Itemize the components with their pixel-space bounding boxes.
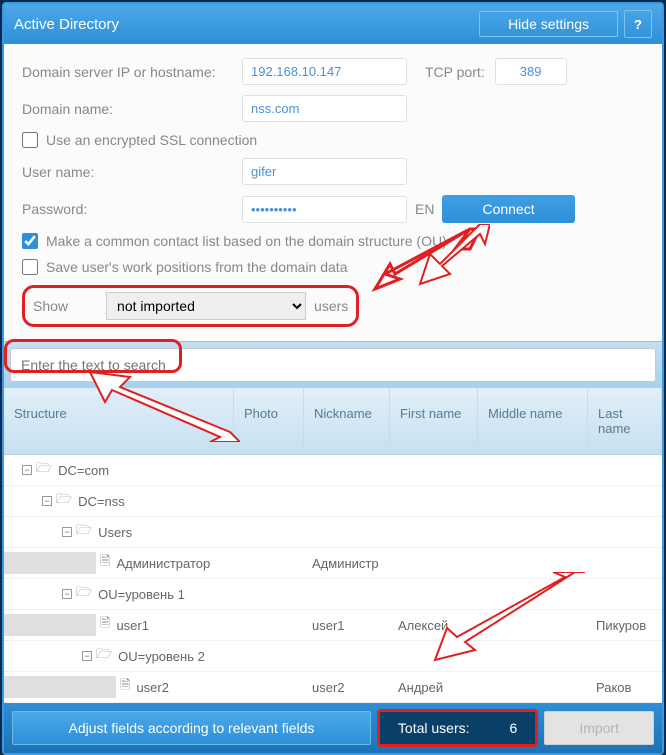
tree-node[interactable]: − 🗁 OU=уровень 1 — [4, 579, 662, 610]
folder-icon: 🗁 — [76, 521, 92, 543]
tree-node[interactable]: − 🗁 DC=nss — [4, 486, 662, 517]
user-row[interactable]: 🗎 Администратор Администр — [4, 548, 662, 579]
user-row[interactable]: 🗎 user1 user1 Алексей Пикуров — [4, 610, 662, 641]
user-row[interactable]: 🗎 user2 user2 Андрей Раков — [4, 672, 662, 703]
node-label: OU=уровень 2 — [118, 649, 205, 664]
total-users-badge: Total users: 6 — [377, 709, 538, 747]
adjust-fields-button[interactable]: Adjust fields according to relevant fiel… — [12, 711, 371, 745]
tree-node[interactable]: − 🗁 Users — [4, 517, 662, 548]
ssl-checkbox[interactable] — [22, 132, 38, 148]
ssl-label: Use an encrypted SSL connection — [46, 132, 257, 148]
settings-form: Domain server IP or hostname: TCP port: … — [4, 44, 662, 341]
user-lastname: Пикуров — [588, 614, 662, 637]
domain-server-label: Domain server IP or hostname: — [22, 64, 242, 80]
node-label: DC=com — [58, 463, 109, 478]
tcp-port-input[interactable] — [495, 58, 567, 85]
collapse-icon[interactable]: − — [82, 651, 92, 661]
lang-indicator: EN — [415, 201, 434, 217]
tree-node[interactable]: − 🗁 DC=com — [4, 455, 662, 486]
search-input[interactable] — [10, 348, 656, 382]
connect-button[interactable]: Connect — [442, 195, 574, 223]
import-button[interactable]: Import — [544, 711, 654, 745]
collapse-icon[interactable]: − — [62, 589, 72, 599]
show-suffix: users — [314, 298, 348, 314]
page-title: Active Directory — [14, 16, 479, 33]
collapse-icon[interactable]: − — [62, 527, 72, 537]
node-label: OU=уровень 1 — [98, 587, 185, 602]
domain-name-input[interactable] — [242, 95, 407, 122]
user-label: user2 — [136, 680, 169, 695]
common-contact-checkbox[interactable] — [22, 233, 38, 249]
user-firstname: Андрей — [390, 676, 478, 699]
folder-icon: 🗁 — [96, 645, 112, 667]
save-positions-label: Save user's work positions from the doma… — [46, 259, 348, 275]
col-structure[interactable]: Structure — [4, 388, 234, 454]
save-positions-checkbox[interactable] — [22, 259, 38, 275]
user-nick: Администр — [304, 552, 390, 575]
user-firstname: Алексей — [390, 614, 478, 637]
search-bar — [4, 341, 662, 388]
username-label: User name: — [22, 164, 242, 180]
file-icon: 🗎 — [100, 614, 110, 636]
col-lastname[interactable]: Last name — [588, 388, 662, 454]
tree-node[interactable]: − 🗁 OU=уровень 2 — [4, 641, 662, 672]
show-filter-row: Show not imported users — [22, 285, 359, 327]
user-lastname: Раков — [588, 676, 662, 699]
table-header: Structure Photo Nickname First name Midd… — [4, 388, 662, 455]
password-label: Password: — [22, 201, 242, 217]
collapse-icon[interactable]: − — [22, 465, 32, 475]
node-label: Users — [98, 525, 132, 540]
username-input[interactable] — [242, 158, 407, 185]
file-icon: 🗎 — [100, 552, 110, 574]
help-button[interactable]: ? — [624, 10, 652, 38]
col-nickname[interactable]: Nickname — [304, 388, 390, 454]
common-contact-label: Make a common contact list based on the … — [46, 233, 447, 249]
active-directory-panel: Active Directory Hide settings ? Domain … — [2, 2, 664, 755]
password-input[interactable] — [242, 196, 407, 223]
col-middlename[interactable]: Middle name — [478, 388, 588, 454]
user-nick: user2 — [304, 676, 390, 699]
titlebar: Active Directory Hide settings ? — [4, 4, 662, 44]
col-photo[interactable]: Photo — [234, 388, 304, 454]
user-label: Администратор — [116, 556, 210, 571]
footer: Adjust fields according to relevant fiel… — [4, 703, 662, 753]
node-label: DC=nss — [78, 494, 125, 509]
total-label: Total users: — [398, 720, 470, 736]
domain-server-input[interactable] — [242, 58, 407, 85]
total-value: 6 — [510, 720, 518, 736]
user-label: user1 — [116, 618, 149, 633]
collapse-icon[interactable]: − — [42, 496, 52, 506]
folder-icon: 🗁 — [36, 459, 52, 481]
show-label: Show — [33, 298, 68, 314]
tcp-port-label: TCP port: — [425, 64, 485, 80]
show-filter-select[interactable]: not imported — [106, 292, 306, 320]
file-icon: 🗎 — [120, 676, 130, 698]
col-firstname[interactable]: First name — [390, 388, 478, 454]
domain-name-label: Domain name: — [22, 101, 242, 117]
users-table: Structure Photo Nickname First name Midd… — [4, 388, 662, 703]
folder-icon: 🗁 — [76, 583, 92, 605]
tree-body: − 🗁 DC=com − 🗁 DC=nss − 🗁 Users — [4, 455, 662, 703]
user-nick: user1 — [304, 614, 390, 637]
hide-settings-button[interactable]: Hide settings — [479, 11, 618, 37]
folder-icon: 🗁 — [56, 490, 72, 512]
